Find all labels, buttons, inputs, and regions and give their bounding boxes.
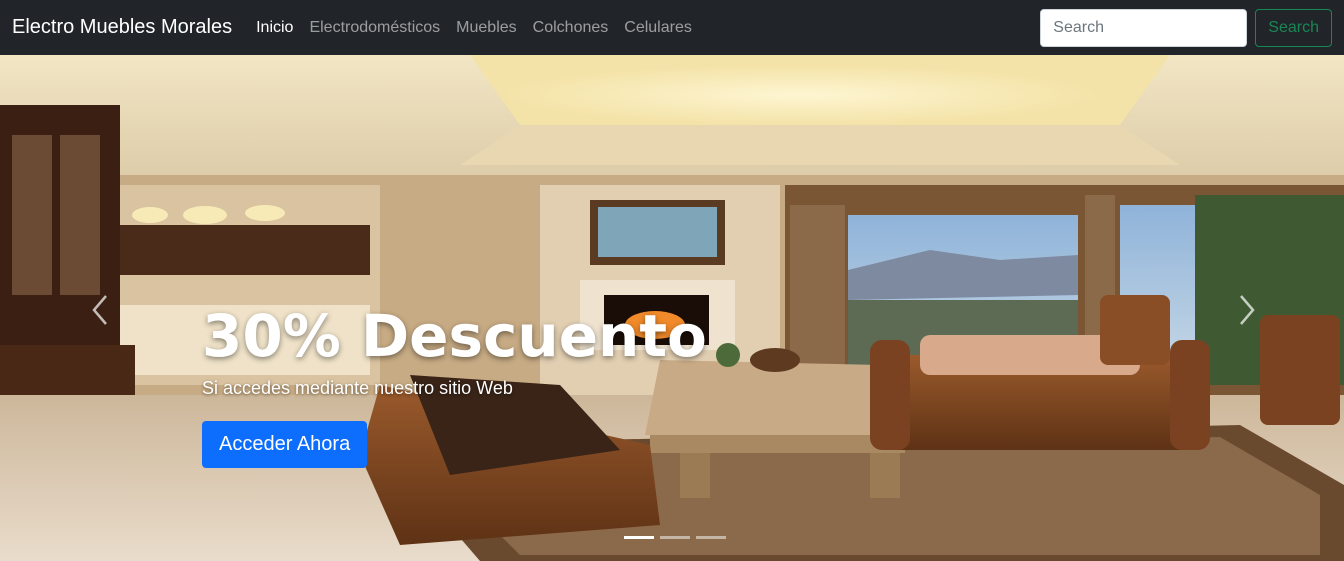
carousel-indicator-3[interactable] (696, 536, 726, 539)
caption-title: 30% Descuento (202, 302, 707, 370)
search-input[interactable] (1040, 8, 1248, 47)
carousel-indicator-1[interactable] (624, 536, 654, 539)
nav-link-electrodomesticos[interactable]: Electrodomésticos (301, 19, 448, 37)
acceder-ahora-button[interactable]: Acceder Ahora (202, 421, 368, 468)
brand-link[interactable]: Electro Muebles Morales (12, 16, 232, 39)
carousel-caption: 30% Descuento Si accedes mediante nuestr… (202, 300, 707, 468)
nav-links: Inicio Electrodomésticos Muebles Colchon… (248, 19, 700, 37)
hero-carousel: 30% Descuento Si accedes mediante nuestr… (0, 55, 1344, 561)
chevron-left-icon (92, 295, 107, 325)
nav-link-celulares[interactable]: Celulares (616, 19, 700, 37)
search-form: Search (1040, 8, 1332, 47)
chevron-right-icon (1240, 295, 1255, 325)
nav-link-inicio[interactable]: Inicio (248, 19, 301, 37)
nav-link-muebles[interactable]: Muebles (448, 19, 524, 37)
search-button[interactable]: Search (1255, 8, 1332, 47)
carousel-next-button[interactable] (1227, 285, 1267, 335)
carousel-prev-button[interactable] (80, 285, 120, 335)
nav-link-colchones[interactable]: Colchones (525, 19, 617, 37)
carousel-indicator-2[interactable] (660, 536, 690, 539)
navbar: Electro Muebles Morales Inicio Electrodo… (0, 0, 1344, 55)
caption-subtitle: Si accedes mediante nuestro sitio Web (202, 378, 513, 398)
carousel-indicators (624, 536, 726, 539)
